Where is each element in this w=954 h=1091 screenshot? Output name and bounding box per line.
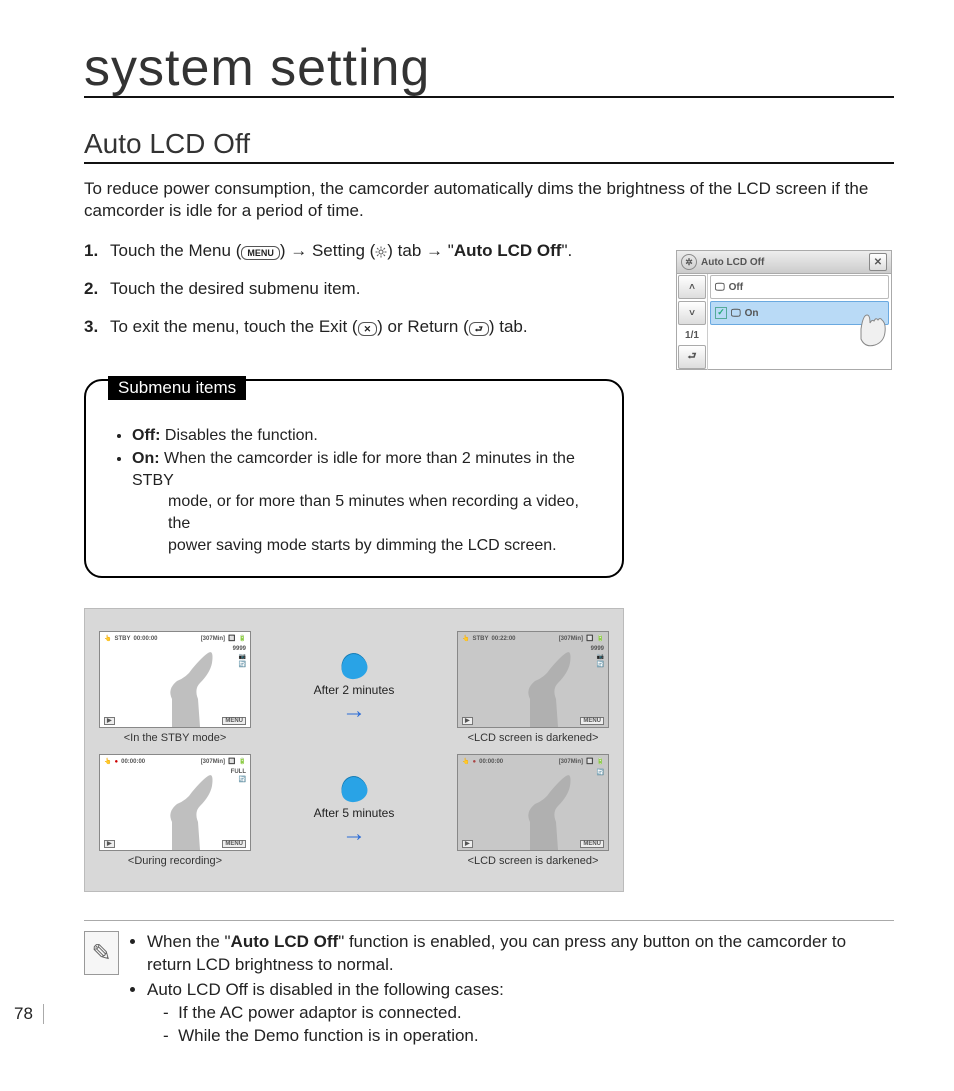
- after-5-label: After 5 minutes: [314, 806, 395, 820]
- note-1: When the "Auto LCD Off" function is enab…: [147, 931, 894, 977]
- return-button[interactable]: ⮐: [678, 345, 706, 369]
- note-list: When the "Auto LCD Off" function is enab…: [131, 931, 894, 1050]
- lcd-menu-title: Auto LCD Off: [701, 257, 869, 268]
- gear-icon: ✲: [681, 254, 697, 270]
- arrow-icon: →: [342, 822, 366, 846]
- screens-panel: 👆STBY00:00:00[307Min]🔲🔋 9999📷🔄 ▶ MENU <I…: [84, 608, 624, 892]
- up-button[interactable]: ˄: [678, 275, 706, 299]
- screen-rec: 👆●00:00:00[307Min]🔲🔋 FULL🔄 ▶ MENU: [99, 754, 251, 851]
- exit-icon: ✕: [358, 322, 378, 336]
- arrow-icon: →: [426, 241, 443, 260]
- note-2: Auto LCD Off is disabled in the followin…: [147, 979, 894, 1048]
- screen-stby: 👆STBY00:00:00[307Min]🔲🔋 9999📷🔄 ▶ MENU: [99, 631, 251, 728]
- arrow-icon: →: [290, 241, 307, 260]
- submenu-box: Submenu items Off: Disables the function…: [84, 379, 624, 579]
- gear-icon: [375, 246, 387, 258]
- menu-icon: MENU: [241, 246, 280, 260]
- transition-icon: [338, 773, 370, 805]
- page-indicator: 1/1: [677, 326, 707, 344]
- close-icon[interactable]: ✕: [869, 253, 887, 271]
- lcd-menu-diagram: ✲ Auto LCD Off ✕ ˄ ˅ 1/1 ⮐ 🖵 Off ✓ 🖵 On: [676, 250, 892, 370]
- menu-item-on[interactable]: ✓ 🖵 On: [710, 301, 889, 325]
- submenu-item-on: On: When the camcorder is idle for more …: [132, 448, 604, 556]
- caption-dark-2: <LCD screen is darkened>: [468, 855, 599, 867]
- screen-dark-1: 👆STBY00:22:00[307Min]🔲🔋 9999📷🔄 ▶ MENU: [457, 631, 609, 728]
- lcd-icon: 🖵: [715, 282, 725, 293]
- transition-icon: [338, 650, 370, 682]
- screen-dark-2: 👆●00:00:00[307Min]🔲🔋 🔄 ▶ MENU: [457, 754, 609, 851]
- step1-text: Touch the Menu (: [110, 241, 241, 260]
- return-icon: ⮐: [469, 322, 489, 336]
- after-2-label: After 2 minutes: [314, 683, 395, 697]
- check-icon: ✓: [715, 307, 727, 319]
- caption-rec: <During recording>: [128, 855, 222, 867]
- note-icon: ✎: [84, 931, 119, 975]
- caption-dark-1: <LCD screen is darkened>: [468, 732, 599, 744]
- page-number: 78: [14, 1004, 44, 1024]
- section-title: Auto LCD Off: [84, 128, 894, 164]
- caption-stby: <In the STBY mode>: [124, 732, 227, 744]
- chapter-title: system setting: [84, 42, 894, 98]
- lcd-icon: 🖵: [731, 308, 741, 319]
- submenu-item-off: Off: Disables the function.: [132, 425, 604, 447]
- submenu-heading: Submenu items: [108, 376, 246, 400]
- menu-item-off[interactable]: 🖵 Off: [710, 275, 889, 299]
- intro-paragraph: To reduce power consumption, the camcord…: [84, 178, 894, 222]
- arrow-icon: →: [342, 699, 366, 723]
- down-button[interactable]: ˅: [678, 301, 706, 325]
